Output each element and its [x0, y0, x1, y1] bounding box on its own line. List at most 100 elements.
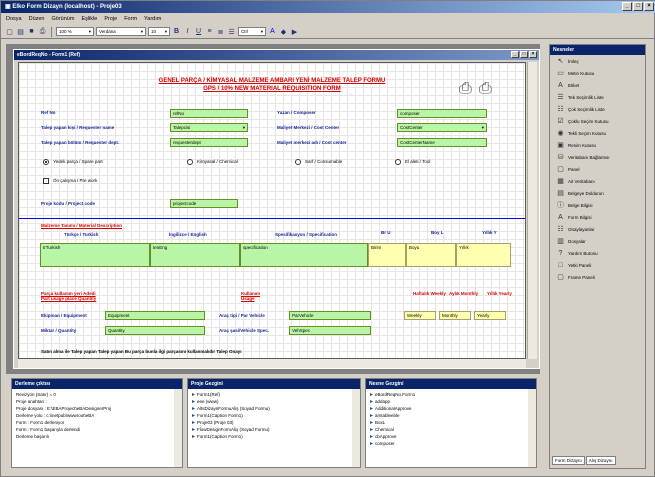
vehicle-spec-field[interactable]: VehSpec	[289, 326, 371, 335]
output-line[interactable]: Form : Form1 derleniyor	[16, 419, 178, 426]
toolbox-item-8[interactable]: ⛁ Veritabanı Bağlantısı	[550, 151, 645, 163]
designer-minimize-button[interactable]: _	[511, 51, 519, 58]
objects-scrollbar[interactable]	[528, 389, 536, 467]
project-code-field[interactable]: projectcode	[170, 199, 238, 208]
toolbox-item-18[interactable]: ▢ Frame Paneli	[550, 271, 645, 283]
bold-icon[interactable]: B	[172, 27, 181, 36]
project-tree-item[interactable]: ▸ AltsDizaynFormuAliş (Soyad Formu)	[192, 405, 356, 412]
toolbox-item-9[interactable]: ▢ Panel	[550, 163, 645, 175]
output-line[interactable]: Derleme başarılı	[16, 433, 178, 440]
specification-field[interactable]: specification	[240, 243, 368, 267]
fax-icon[interactable]: ⎙	[479, 80, 492, 98]
save-icon[interactable]: ■	[27, 27, 36, 36]
object-tree-item[interactable]: ▸ Chemical	[370, 426, 532, 433]
menu-insert[interactable]: Eşlikle	[81, 16, 97, 22]
form-canvas[interactable]: GENEL PARÇA / KİMYASAL MALZEME AMBARI YE…	[18, 62, 526, 359]
project-tree-item[interactable]: ▸ eee (www)	[192, 398, 356, 405]
maximize-button[interactable]: □	[633, 2, 643, 11]
object-tree-item[interactable]: ▸ amtableeble	[370, 412, 532, 419]
printer-icon[interactable]: ⎙	[459, 80, 472, 98]
tab-form-design[interactable]: Form Dizaynı	[552, 456, 585, 465]
project-tree-item[interactable]: ▸ Form1(Caption Form1)	[192, 433, 356, 440]
cost-center-select[interactable]: CostCenter ▾	[397, 123, 487, 132]
font-size-select[interactable]: 10 ▾	[148, 27, 170, 36]
toolbox-item-3[interactable]: ☰ Tek Seçimlik Liste	[550, 91, 645, 103]
toolbox-item-4[interactable]: ☷ Çok Seçimlik Liste	[550, 103, 645, 115]
yearly-field[interactable]: Yearly	[474, 311, 506, 320]
requester-select[interactable]: Talepcisi ▾	[170, 123, 248, 132]
underline-icon[interactable]: U	[194, 27, 203, 36]
vehicle-field[interactable]: ParVehicle	[289, 311, 371, 320]
toolbox-item-0[interactable]: ↖ İmleç	[550, 55, 645, 67]
unit-field[interactable]: Birim	[368, 243, 406, 267]
close-button[interactable]: ×	[644, 2, 654, 11]
ref-field[interactable]: refNo	[170, 109, 248, 118]
menu-help[interactable]: Yardım	[144, 16, 161, 22]
font-color-icon[interactable]: A	[268, 27, 277, 36]
object-tree-item[interactable]: ▸ BoxL	[370, 419, 532, 426]
consumable-radio[interactable]	[295, 159, 301, 165]
horizontal-scrollbar[interactable]	[18, 359, 526, 368]
align-center-icon[interactable]: ≣	[216, 27, 225, 36]
turkish-description-field[interactable]: trTurkish	[40, 243, 150, 267]
project-tree-item[interactable]: ▸ Proje03 (Proje 03)	[192, 419, 356, 426]
output-line[interactable]: Proje anahtarı :	[16, 398, 178, 405]
prework-checkbox[interactable]	[43, 178, 49, 184]
align-right-icon[interactable]: ☰	[227, 27, 236, 36]
fill-color-icon[interactable]: ◆	[279, 27, 288, 36]
font-select[interactable]: Verdana ▾	[96, 27, 146, 36]
object-tree-item[interactable]: ▸ cbApprove	[370, 433, 532, 440]
output-line[interactable]: Revizyon (Satır) = 0	[16, 391, 178, 398]
project-tree-item[interactable]: ▸ FlowDesignFormAliş (Soyad Formu)	[192, 426, 356, 433]
toolbox-item-12[interactable]: ⓘ Belge Bilgisi	[550, 199, 645, 211]
new-icon[interactable]: ▢	[5, 27, 14, 36]
tab-flow-design[interactable]: Alış Dizaynı	[585, 456, 616, 465]
project-scrollbar[interactable]	[352, 389, 360, 467]
object-tree-item[interactable]: ▸ eBordReqNo.Form1	[370, 391, 532, 398]
english-description-field[interactable]: tenEng	[150, 243, 240, 267]
size-field[interactable]: Boyu	[406, 243, 456, 267]
style-select[interactable]: Ctrl ▾	[238, 27, 266, 36]
menu-file[interactable]: Dosya	[6, 16, 22, 22]
minimize-button[interactable]: _	[622, 2, 632, 11]
designer-close-button[interactable]: ×	[529, 51, 537, 58]
menu-project[interactable]: Proje	[104, 16, 117, 22]
equipment-field[interactable]: Equipment	[105, 311, 205, 320]
toolbox-item-6[interactable]: ◉ Tekli Seçim Kutusu	[550, 127, 645, 139]
toolbox-item-10[interactable]: ▦ Ait Veritabanı	[550, 175, 645, 187]
run-icon[interactable]: ▶	[290, 27, 299, 36]
designer-maximize-button[interactable]: □	[520, 51, 528, 58]
weekly-field[interactable]: Weekly	[404, 311, 436, 320]
open-icon[interactable]: ▤	[16, 27, 25, 36]
toolbox-item-15[interactable]: ▥ Dosyalar	[550, 235, 645, 247]
tool-radio[interactable]	[395, 159, 401, 165]
menu-edit[interactable]: Düzen	[29, 16, 45, 22]
composer-field[interactable]: composer	[397, 109, 487, 118]
toolbox-item-11[interactable]: ▤ Belgeye Doldurun	[550, 187, 645, 199]
spare-part-radio[interactable]	[43, 159, 49, 165]
toolbox-item-14[interactable]: ☷ Onaylayanlar	[550, 223, 645, 235]
toolbox-item-13[interactable]: A Form Bilgisi	[550, 211, 645, 223]
menu-form[interactable]: Form	[124, 16, 137, 22]
vertical-scrollbar[interactable]	[527, 62, 537, 359]
department-field[interactable]: requesterdept	[170, 138, 248, 147]
toolbox-item-16[interactable]: ? Yardım Butonu	[550, 247, 645, 259]
object-tree-item[interactable]: ▸ AdditionalApprove	[370, 405, 532, 412]
object-tree-item[interactable]: ▸ addapp	[370, 398, 532, 405]
output-line[interactable]: Derleme yolu : c:\inetpub\wwwroot\eBA	[16, 412, 178, 419]
italic-icon[interactable]: I	[183, 27, 192, 36]
output-scrollbar[interactable]	[174, 389, 182, 467]
toolbox-item-17[interactable]: □ Yetki Paneli	[550, 259, 645, 271]
toolbox-item-2[interactable]: A Etiket	[550, 79, 645, 91]
object-tree-item[interactable]: ▸ composer	[370, 440, 532, 447]
year-field[interactable]: Yıllık	[456, 243, 511, 267]
cost-center-name-field[interactable]: CostCenterName	[397, 138, 487, 147]
project-tree-item[interactable]: ▸ Form1(Caption Form1)	[192, 412, 356, 419]
toolbox-item-5[interactable]: ☑ Çoklu Seçim Kutusu	[550, 115, 645, 127]
toolbox-item-7[interactable]: ▣ Resim Kutusu	[550, 139, 645, 151]
monthly-field[interactable]: Monthly	[439, 311, 471, 320]
align-left-icon[interactable]: ≡	[205, 27, 214, 36]
output-line[interactable]: Proje dosyası : E:\EBAProject\eBADesigne…	[16, 405, 178, 412]
menu-view[interactable]: Görünüm	[52, 16, 75, 22]
chemical-radio[interactable]	[187, 159, 193, 165]
